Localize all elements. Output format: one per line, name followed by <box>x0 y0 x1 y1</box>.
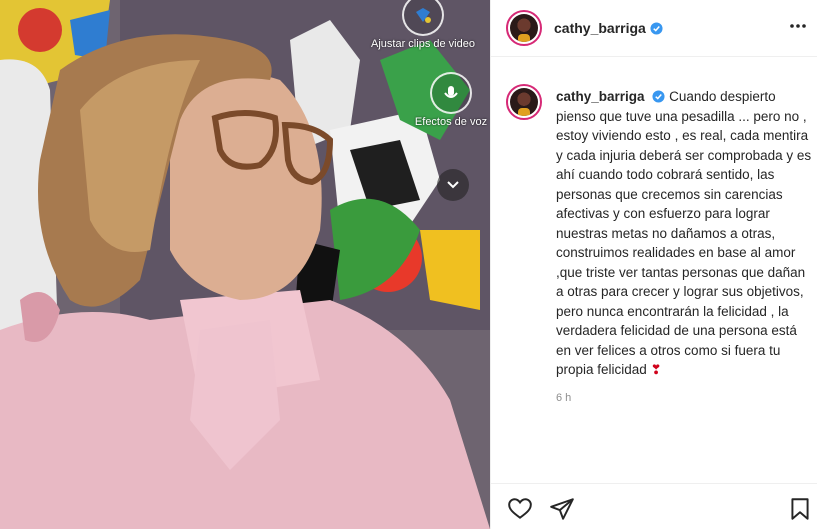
video-clips-icon <box>402 0 444 36</box>
caption-username[interactable]: cathy_barriga <box>556 89 645 104</box>
voice-effects-label: Efectos de voz <box>414 116 488 128</box>
post-media[interactable]: Ajustar clips de video Efectos de voz <box>0 0 490 529</box>
caption-body: Cuando despierto pienso que tuve una pes… <box>556 89 812 377</box>
paper-plane-icon[interactable] <box>549 496 575 522</box>
heart-outline-icon[interactable] <box>507 496 533 522</box>
more-options-icon[interactable] <box>788 18 808 38</box>
voice-effects-button[interactable]: Efectos de voz <box>410 72 490 129</box>
caption-avatar[interactable] <box>506 84 542 120</box>
caption-text: cathy_barriga Cuando despierto pienso qu… <box>556 87 814 380</box>
header-username[interactable]: cathy_barriga <box>554 20 646 36</box>
post-details-panel: cathy_barriga cathy_barriga Cuando despi… <box>490 0 817 529</box>
post-timestamp: 6 h <box>556 392 572 404</box>
chevron-down-icon[interactable] <box>437 169 469 201</box>
action-bar <box>491 483 817 529</box>
post-header: cathy_barriga <box>491 0 817 57</box>
bookmark-outline-icon[interactable] <box>787 496 813 522</box>
avatar[interactable] <box>506 10 542 46</box>
verified-badge-icon <box>650 21 663 35</box>
verified-badge-icon <box>652 90 665 103</box>
heart-exclamation-emoji: ❣ <box>650 362 662 377</box>
voice-effects-icon <box>430 72 472 114</box>
adjust-clips-button[interactable]: Ajustar clips de video <box>368 0 478 51</box>
adjust-clips-label: Ajustar clips de video <box>371 38 475 50</box>
